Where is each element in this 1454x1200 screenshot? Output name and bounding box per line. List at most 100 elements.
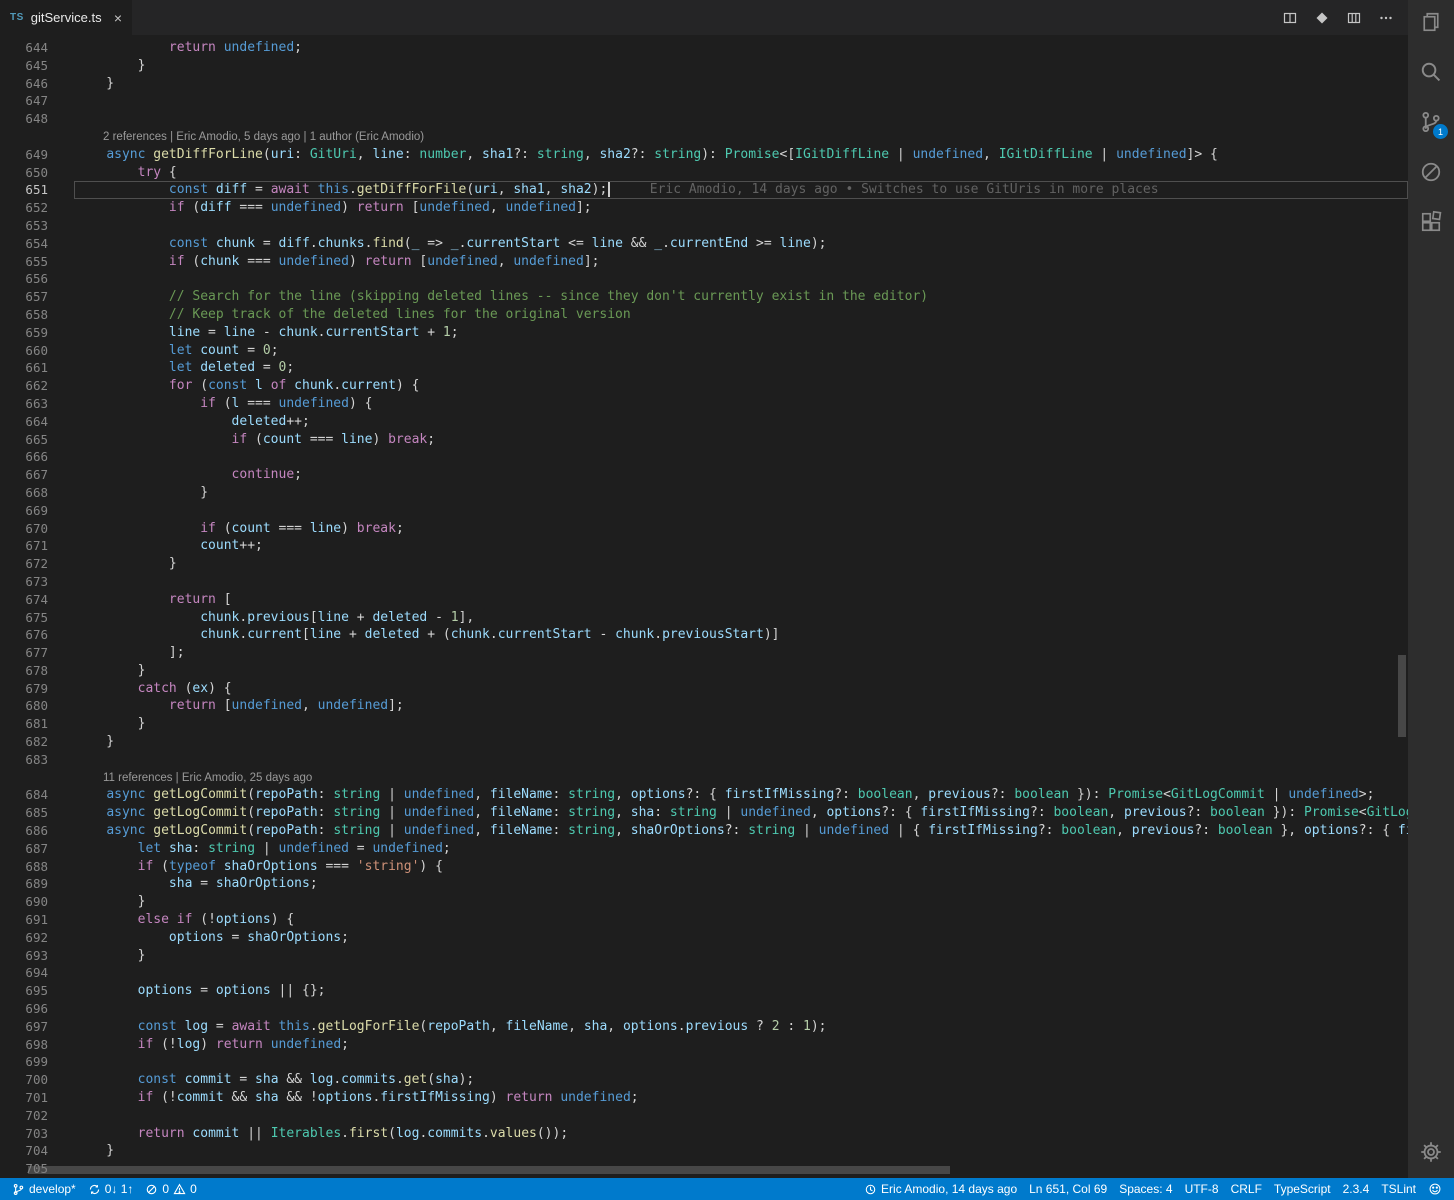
toggle-layout-icon[interactable] <box>1346 10 1362 26</box>
line-number[interactable]: 660 <box>0 342 48 360</box>
language-mode[interactable]: TypeScript <box>1268 1178 1337 1200</box>
code-line[interactable]: 698 if (!log) return undefined; <box>0 1036 1408 1054</box>
encoding-setting[interactable]: UTF-8 <box>1179 1178 1225 1200</box>
code-line[interactable]: 656 <box>0 270 1408 288</box>
branch-indicator[interactable]: develop* <box>6 1178 82 1200</box>
line-number[interactable]: 686 <box>0 822 48 840</box>
line-number[interactable]: 676 <box>0 626 48 644</box>
line-number[interactable]: 646 <box>0 75 48 93</box>
line-number[interactable]: 684 <box>0 786 48 804</box>
line-number[interactable]: 680 <box>0 697 48 715</box>
code-line[interactable]: 649 async getDiffForLine(uri: GitUri, li… <box>0 146 1408 164</box>
line-number[interactable]: 658 <box>0 306 48 324</box>
code-line[interactable]: 703 return commit || Iterables.first(log… <box>0 1125 1408 1143</box>
code-line[interactable]: 655 if (chunk === undefined) return [und… <box>0 253 1408 271</box>
code-line[interactable]: 667 continue; <box>0 466 1408 484</box>
line-number[interactable]: 651 <box>0 181 48 199</box>
line-number[interactable]: 650 <box>0 164 48 182</box>
code-line[interactable]: 704 } <box>0 1142 1408 1160</box>
code-line[interactable]: 651 const diff = await this.getDiffForFi… <box>0 181 1408 199</box>
code-line[interactable]: 662 for (const l of chunk.current) { <box>0 377 1408 395</box>
line-number[interactable]: 673 <box>0 573 48 591</box>
code-line[interactable]: 688 if (typeof shaOrOptions === 'string'… <box>0 858 1408 876</box>
code-line[interactable]: 687 let sha: string | undefined = undefi… <box>0 840 1408 858</box>
line-number[interactable]: 662 <box>0 377 48 395</box>
line-number[interactable]: 692 <box>0 929 48 947</box>
code-line[interactable]: 669 <box>0 502 1408 520</box>
line-number[interactable]: 666 <box>0 448 48 466</box>
line-number[interactable]: 687 <box>0 840 48 858</box>
line-number[interactable]: 654 <box>0 235 48 253</box>
line-number[interactable]: 645 <box>0 57 48 75</box>
line-number[interactable]: 659 <box>0 324 48 342</box>
line-number[interactable]: 704 <box>0 1142 48 1160</box>
code-line[interactable]: 660 let count = 0; <box>0 342 1408 360</box>
gitlens-icon[interactable] <box>1314 10 1330 26</box>
line-number[interactable]: 667 <box>0 466 48 484</box>
cursor-position[interactable]: Ln 651, Col 69 <box>1023 1178 1113 1200</box>
code-line[interactable]: 701 if (!commit && sha && !options.first… <box>0 1089 1408 1107</box>
line-number[interactable]: 690 <box>0 893 48 911</box>
problems-indicator[interactable]: 0 0 <box>139 1178 202 1200</box>
code-line[interactable]: 665 if (count === line) break; <box>0 431 1408 449</box>
horizontal-scrollbar[interactable] <box>0 1164 1408 1176</box>
line-number[interactable]: 669 <box>0 502 48 520</box>
code-line[interactable]: 694 <box>0 964 1408 982</box>
code-line[interactable]: 670 if (count === line) break; <box>0 520 1408 538</box>
line-number[interactable]: 663 <box>0 395 48 413</box>
tslint-status[interactable]: TSLint <box>1375 1178 1422 1200</box>
line-number[interactable]: 682 <box>0 733 48 751</box>
code-line[interactable]: 692 options = shaOrOptions; <box>0 929 1408 947</box>
typescript-version[interactable]: 2.3.4 <box>1337 1178 1376 1200</box>
code-line[interactable]: 676 chunk.current[line + deleted + (chun… <box>0 626 1408 644</box>
line-number[interactable]: 702 <box>0 1107 48 1125</box>
source-control-icon[interactable]: 1 <box>1419 110 1448 139</box>
code-line[interactable]: 685 async getLogCommit(repoPath: string … <box>0 804 1408 822</box>
line-number[interactable]: 648 <box>0 110 48 128</box>
code-line[interactable]: 673 <box>0 573 1408 591</box>
line-number[interactable]: 691 <box>0 911 48 929</box>
code-line[interactable]: 679 catch (ex) { <box>0 680 1408 698</box>
line-number[interactable]: 678 <box>0 662 48 680</box>
code-line[interactable]: 695 options = options || {}; <box>0 982 1408 1000</box>
explorer-icon[interactable] <box>1419 10 1443 34</box>
code-line[interactable]: 680 return [undefined, undefined]; <box>0 697 1408 715</box>
code-line[interactable]: 686 async getLogCommit(repoPath: string … <box>0 822 1408 840</box>
line-number[interactable]: 698 <box>0 1036 48 1054</box>
line-number[interactable]: 688 <box>0 858 48 876</box>
line-number[interactable]: 670 <box>0 520 48 538</box>
line-number[interactable]: 647 <box>0 92 48 110</box>
line-number[interactable]: 703 <box>0 1125 48 1143</box>
code-line[interactable]: 663 if (l === undefined) { <box>0 395 1408 413</box>
code-line[interactable]: 678 } <box>0 662 1408 680</box>
line-number[interactable]: 700 <box>0 1071 48 1089</box>
code-line[interactable]: 664 deleted++; <box>0 413 1408 431</box>
line-number[interactable]: 675 <box>0 609 48 627</box>
line-number[interactable]: 661 <box>0 359 48 377</box>
indentation-setting[interactable]: Spaces: 4 <box>1113 1178 1178 1200</box>
code-line[interactable]: 666 <box>0 448 1408 466</box>
line-number[interactable]: 672 <box>0 555 48 573</box>
line-number[interactable]: 665 <box>0 431 48 449</box>
code-line[interactable]: 650 try { <box>0 164 1408 182</box>
line-number[interactable]: 697 <box>0 1018 48 1036</box>
code-line[interactable]: 645 } <box>0 57 1408 75</box>
codelens-row[interactable]: 11 references | Eric Amodio, 25 days ago <box>0 769 1408 787</box>
code-line[interactable]: 657 // Search for the line (skipping del… <box>0 288 1408 306</box>
code-line[interactable]: 661 let deleted = 0; <box>0 359 1408 377</box>
code-line[interactable]: 654 const chunk = diff.chunks.find(_ => … <box>0 235 1408 253</box>
code-line[interactable]: 646 } <box>0 75 1408 93</box>
line-number[interactable]: 683 <box>0 751 48 769</box>
code-line[interactable]: 700 const commit = sha && log.commits.ge… <box>0 1071 1408 1089</box>
line-number[interactable]: 652 <box>0 199 48 217</box>
line-number[interactable]: 685 <box>0 804 48 822</box>
more-actions-icon[interactable] <box>1378 10 1394 26</box>
line-number[interactable]: 695 <box>0 982 48 1000</box>
line-number[interactable]: 655 <box>0 253 48 271</box>
extensions-icon[interactable] <box>1419 210 1443 234</box>
horizontal-scrollbar-thumb[interactable] <box>28 1166 950 1174</box>
code-line[interactable]: 697 const log = await this.getLogForFile… <box>0 1018 1408 1036</box>
code-line[interactable]: 683 <box>0 751 1408 769</box>
code-line[interactable]: 693 } <box>0 947 1408 965</box>
code-line[interactable]: 690 } <box>0 893 1408 911</box>
